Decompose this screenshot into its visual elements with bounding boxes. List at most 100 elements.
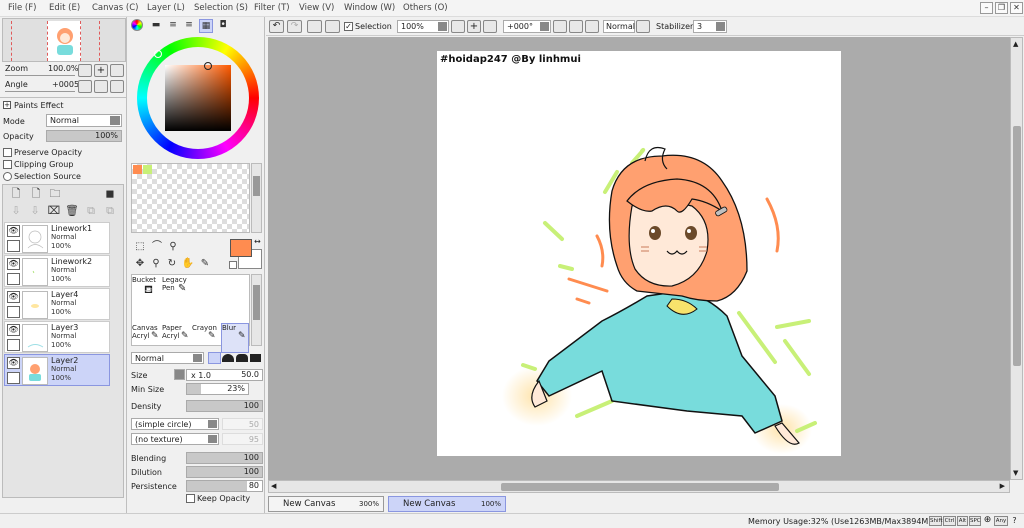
layer-mask-icon[interactable]: ◼ (103, 187, 117, 201)
layer-row[interactable]: 👁 Linework2 Normal 100% (4, 255, 110, 287)
expand-icon[interactable]: + (3, 101, 11, 109)
swap-colors-icon[interactable]: ↔ (254, 237, 261, 246)
navigator-preview[interactable] (2, 18, 126, 62)
scratchpad-icon[interactable]: ◘ (216, 19, 230, 33)
menu-layer[interactable]: Layer (L) (147, 3, 185, 13)
zoom-minus-button[interactable] (451, 20, 465, 33)
mask-delete-icon[interactable]: ⧉ (103, 204, 117, 218)
hue-wheel[interactable] (137, 37, 259, 159)
scroll-left-icon[interactable]: ◀ (271, 482, 276, 490)
texture-select[interactable]: (no texture) (131, 433, 219, 445)
brush-shape-select[interactable]: (simple circle) (131, 418, 219, 430)
hue-picker-marker[interactable] (154, 50, 162, 58)
delete-layer-icon[interactable]: 🗑 (65, 204, 79, 218)
zoom-out-button[interactable] (78, 64, 92, 77)
undo-icon[interactable]: ↶ (269, 20, 284, 33)
color-wheel-icon[interactable] (131, 19, 143, 31)
hsv-slider-icon[interactable]: ≡ (166, 19, 180, 33)
swatches-icon[interactable]: ▦ (199, 19, 213, 33)
tool-blur[interactable]: Blur ✎ (221, 323, 249, 353)
restore-icon[interactable]: ❐ (995, 2, 1008, 14)
gradient-slider-icon[interactable]: ≡ (182, 19, 196, 33)
scroll-right-icon[interactable]: ▶ (1000, 482, 1005, 490)
menu-window[interactable]: Window (W) (344, 3, 395, 13)
zoom-fit-button[interactable] (483, 20, 497, 33)
layer-row[interactable]: 👁 Layer4 Normal 100% (4, 288, 110, 320)
zoom-select[interactable]: 100% (397, 20, 449, 33)
eyedropper-icon[interactable]: ✎ (198, 257, 212, 271)
tool-bucket[interactable]: Bucket ⛾ (132, 276, 160, 306)
preserve-opacity-checkbox[interactable] (3, 148, 12, 157)
angle-select[interactable]: +000° (503, 20, 551, 33)
menu-selection[interactable]: Selection (S) (194, 3, 248, 13)
brush-blend-select[interactable]: Normal (131, 352, 204, 364)
persistence-slider[interactable]: 80 (186, 480, 263, 492)
dilution-slider[interactable]: 100 (186, 466, 263, 478)
keep-opacity-checkbox[interactable] (186, 494, 195, 503)
move-icon[interactable]: ✥ (133, 257, 147, 271)
zoom-in-button[interactable]: + (94, 64, 108, 77)
mask-merge-icon[interactable]: ⧉ (84, 204, 98, 218)
swatch-scrollbar[interactable] (251, 163, 262, 233)
zoom-icon[interactable]: ⚲ (149, 257, 163, 271)
visibility-eye-icon[interactable]: 👁 (7, 357, 20, 369)
lock-toggle[interactable] (7, 339, 20, 351)
layer-row-selected[interactable]: 👁 Layer2 Normal 100% (4, 354, 110, 386)
deselect-icon[interactable] (307, 20, 322, 33)
close-icon[interactable]: ✕ (1010, 2, 1023, 14)
magic-wand-icon[interactable]: ⚲ (166, 240, 180, 254)
rect-select-icon[interactable]: ⬚ (133, 240, 147, 254)
transfer-down-icon[interactable]: ⇩ (9, 204, 23, 218)
layer-row[interactable]: 👁 Linework1 Normal 100% (4, 222, 110, 254)
rotate-ccw-button[interactable] (553, 20, 567, 33)
zoom-plus-button[interactable]: + (467, 20, 481, 33)
transparent-color-icon[interactable] (229, 261, 237, 269)
layer-row[interactable]: 👁 Layer3 Normal 100% (4, 321, 110, 353)
swatch-green[interactable] (143, 165, 152, 174)
clear-layer-icon[interactable]: ⌧ (47, 204, 61, 218)
layer-opacity-slider[interactable]: 100% (46, 130, 122, 142)
minimize-icon[interactable]: – (980, 2, 993, 14)
canvas-tab-active[interactable]: New Canvas 100% (388, 496, 506, 512)
edit-pen-icon[interactable] (7, 372, 20, 384)
scroll-thumb[interactable] (501, 483, 779, 491)
canvas-vertical-scrollbar[interactable]: ▲ ▼ (1010, 37, 1023, 480)
tool-paper-acryl[interactable]: Paper Acryl ✎ (162, 324, 190, 354)
new-linework-icon[interactable]: 🗋 (29, 187, 43, 201)
drawing-canvas[interactable]: #hoidap247 @By linhmui (437, 51, 841, 456)
hand-icon[interactable]: ✋ (181, 257, 195, 271)
density-slider[interactable]: 100 (186, 400, 263, 412)
menu-edit[interactable]: Edit (E) (49, 3, 80, 13)
lock-toggle[interactable] (7, 306, 20, 318)
merge-down-icon[interactable]: ⇩ (28, 204, 42, 218)
sv-picker-marker[interactable] (204, 62, 212, 70)
rotate-reset-toolbar-button[interactable] (585, 20, 599, 33)
brush-shape-soft[interactable] (236, 354, 248, 362)
nav-angle-slider[interactable] (5, 89, 75, 92)
menu-view[interactable]: View (V) (299, 3, 334, 13)
clipping-group-checkbox[interactable] (3, 160, 12, 169)
rotate-right-button[interactable] (94, 80, 108, 93)
stabilizer-select[interactable]: 3 (693, 20, 727, 33)
tool-scrollbar[interactable] (251, 274, 262, 346)
visibility-eye-icon[interactable]: 👁 (7, 324, 20, 336)
menu-file[interactable]: File (F) (8, 3, 36, 13)
brush-shape-triangle[interactable] (208, 352, 221, 364)
menu-filter[interactable]: Filter (T) (254, 3, 290, 13)
menu-canvas[interactable]: Canvas (C) (92, 3, 138, 13)
lock-toggle[interactable] (7, 273, 20, 285)
rotate-reset-button[interactable] (110, 80, 124, 93)
min-size-slider[interactable]: 23% (186, 383, 249, 395)
lock-toggle[interactable] (7, 240, 20, 252)
primary-color[interactable] (230, 239, 252, 257)
brush-shape-round[interactable] (222, 354, 234, 362)
rotate-cw-button[interactable] (569, 20, 583, 33)
selection-checkbox[interactable]: ✓ (344, 22, 353, 31)
visibility-eye-icon[interactable]: 👁 (7, 258, 20, 270)
blending-slider[interactable]: 100 (186, 452, 263, 464)
new-folder-icon[interactable]: 🗀 (48, 187, 62, 201)
size-slider[interactable]: x 1.0 50.0 (186, 369, 263, 381)
canvas-tab[interactable]: New Canvas 300% (268, 496, 384, 512)
size-multiplier-dropdown[interactable] (174, 369, 185, 380)
tool-crayon[interactable]: Crayon ✎ (192, 324, 220, 354)
